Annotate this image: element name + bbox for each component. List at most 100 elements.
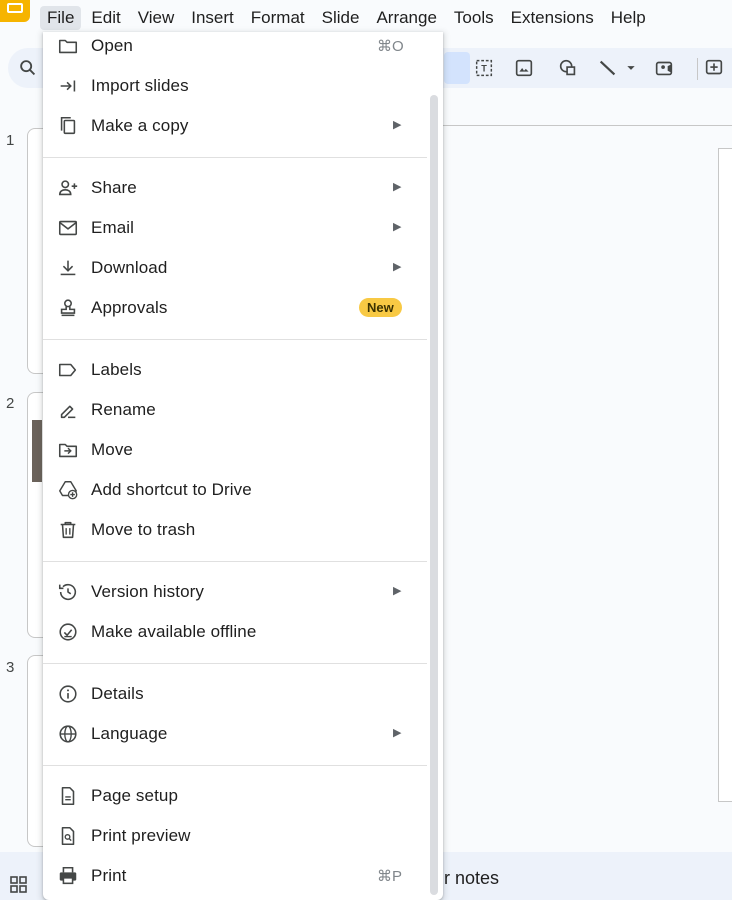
menu-arrange[interactable]: Arrange xyxy=(369,6,443,30)
menu-item-label: Print preview xyxy=(91,826,191,845)
slide-number: 1 xyxy=(6,132,15,149)
menu-item-label: Share xyxy=(91,178,137,197)
rename-icon xyxy=(57,399,79,421)
slide-number: 2 xyxy=(6,395,15,412)
menu-item-label: Make available offline xyxy=(91,622,257,641)
menu-divider xyxy=(43,157,427,158)
folder-icon xyxy=(57,35,79,57)
search-icon[interactable] xyxy=(16,56,40,80)
select-tool-highlight xyxy=(444,52,470,84)
menu-item-page-setup[interactable]: Page setup xyxy=(43,776,427,816)
menu-item-language[interactable]: Language ▶ xyxy=(43,714,427,754)
menu-item-label: Page setup xyxy=(91,786,179,805)
menu-item-label: Labels xyxy=(91,360,142,379)
submenu-arrow-icon: ▶ xyxy=(393,727,402,739)
printer-icon xyxy=(57,865,79,887)
horizontal-ruler xyxy=(440,125,732,126)
trash-icon xyxy=(57,519,79,541)
menu-slide[interactable]: Slide xyxy=(315,6,367,30)
menu-item-print-preview[interactable]: Print preview xyxy=(43,816,427,856)
menu-item-download[interactable]: Download ▶ xyxy=(43,248,427,288)
menu-item-rename[interactable]: Rename xyxy=(43,390,427,430)
submenu-arrow-icon: ▶ xyxy=(393,221,402,233)
mail-icon xyxy=(57,217,79,239)
menu-item-label: Add shortcut to Drive xyxy=(91,480,252,499)
menu-item-label: Open xyxy=(91,36,133,55)
thumbnail-image xyxy=(32,420,42,482)
menu-divider xyxy=(43,765,427,766)
menu-insert[interactable]: Insert xyxy=(184,6,241,30)
submenu-arrow-icon: ▶ xyxy=(393,181,402,193)
slides-logo[interactable] xyxy=(0,0,30,22)
menu-item-move-to-trash[interactable]: Move to trash xyxy=(43,510,427,550)
menu-divider xyxy=(43,339,427,340)
menu-divider xyxy=(43,561,427,562)
file-menu: Open ⌘O Import slides Make a copy ▶ Shar… xyxy=(43,32,443,900)
menu-item-share[interactable]: Share ▶ xyxy=(43,168,427,208)
menu-item-print[interactable]: Print ⌘P xyxy=(43,856,427,896)
dropdown-icon[interactable] xyxy=(624,56,638,80)
shortcut-label: ⌘P xyxy=(377,868,403,885)
drive-file-move-icon xyxy=(57,439,79,461)
menu-item-label: Move xyxy=(91,440,133,459)
menu-item-details[interactable]: Details xyxy=(43,674,427,714)
menu-bar: File Edit View Insert Format Slide Arran… xyxy=(40,4,656,32)
globe-icon xyxy=(57,723,79,745)
print-preview-icon xyxy=(57,825,79,847)
shapes-icon[interactable] xyxy=(556,56,580,80)
image-icon[interactable] xyxy=(512,56,536,80)
menu-item-email[interactable]: Email ▶ xyxy=(43,208,427,248)
person-add-icon xyxy=(57,177,79,199)
menu-item-label: Import slides xyxy=(91,76,189,95)
menu-scrollbar[interactable] xyxy=(430,95,438,895)
new-badge: New xyxy=(359,298,402,317)
add-to-drive-icon xyxy=(57,479,79,501)
page-icon xyxy=(57,785,79,807)
menu-format[interactable]: Format xyxy=(244,6,312,30)
submenu-arrow-icon: ▶ xyxy=(393,261,402,273)
comment-icon[interactable] xyxy=(702,56,726,80)
text-box-icon[interactable]: T xyxy=(472,56,496,80)
menu-file[interactable]: File xyxy=(40,6,82,30)
submenu-arrow-icon: ▶ xyxy=(393,119,402,131)
menu-extensions[interactable]: Extensions xyxy=(504,6,601,30)
download-icon xyxy=(57,257,79,279)
menu-view[interactable]: View xyxy=(131,6,182,30)
menu-divider xyxy=(43,663,427,664)
menu-item-import-slides[interactable]: Import slides xyxy=(43,66,427,106)
line-icon[interactable] xyxy=(596,56,620,80)
menu-item-label: Details xyxy=(91,684,144,703)
menu-item-label: Download xyxy=(91,258,168,277)
menu-item-move[interactable]: Move xyxy=(43,430,427,470)
menu-item-labels[interactable]: Labels xyxy=(43,350,427,390)
menu-item-label: Rename xyxy=(91,400,156,419)
menu-item-label: Approvals xyxy=(91,298,168,317)
menu-item-label: Email xyxy=(91,218,135,237)
menu-help[interactable]: Help xyxy=(604,6,653,30)
copy-icon xyxy=(57,115,79,137)
menu-item-label: Make a copy xyxy=(91,116,189,135)
menu-item-open[interactable]: Open ⌘O xyxy=(43,32,427,66)
menu-item-label: Version history xyxy=(91,582,204,601)
grid-view-icon[interactable] xyxy=(10,876,28,894)
menu-item-add-shortcut[interactable]: Add shortcut to Drive xyxy=(43,470,427,510)
label-icon xyxy=(57,359,79,381)
info-icon xyxy=(57,683,79,705)
import-icon xyxy=(57,75,79,97)
menu-item-label: Print xyxy=(91,866,127,885)
menu-item-label: Move to trash xyxy=(91,520,196,539)
offline-icon xyxy=(57,621,79,643)
menu-item-version-history[interactable]: Version history ▶ xyxy=(43,572,427,612)
menu-item-approvals[interactable]: Approvals New xyxy=(43,288,427,328)
toolbar-separator xyxy=(697,58,698,80)
menu-item-make-copy[interactable]: Make a copy ▶ xyxy=(43,106,427,146)
menu-tools[interactable]: Tools xyxy=(447,6,501,30)
menu-item-available-offline[interactable]: Make available offline xyxy=(43,612,427,652)
speaker-notes-label[interactable]: r notes xyxy=(444,868,499,889)
stamp-icon xyxy=(57,297,79,319)
video-icon[interactable] xyxy=(652,56,676,80)
menu-edit[interactable]: Edit xyxy=(84,6,127,30)
menu-item-label: Language xyxy=(91,724,168,743)
slide-canvas[interactable] xyxy=(718,148,732,802)
history-icon xyxy=(57,581,79,603)
